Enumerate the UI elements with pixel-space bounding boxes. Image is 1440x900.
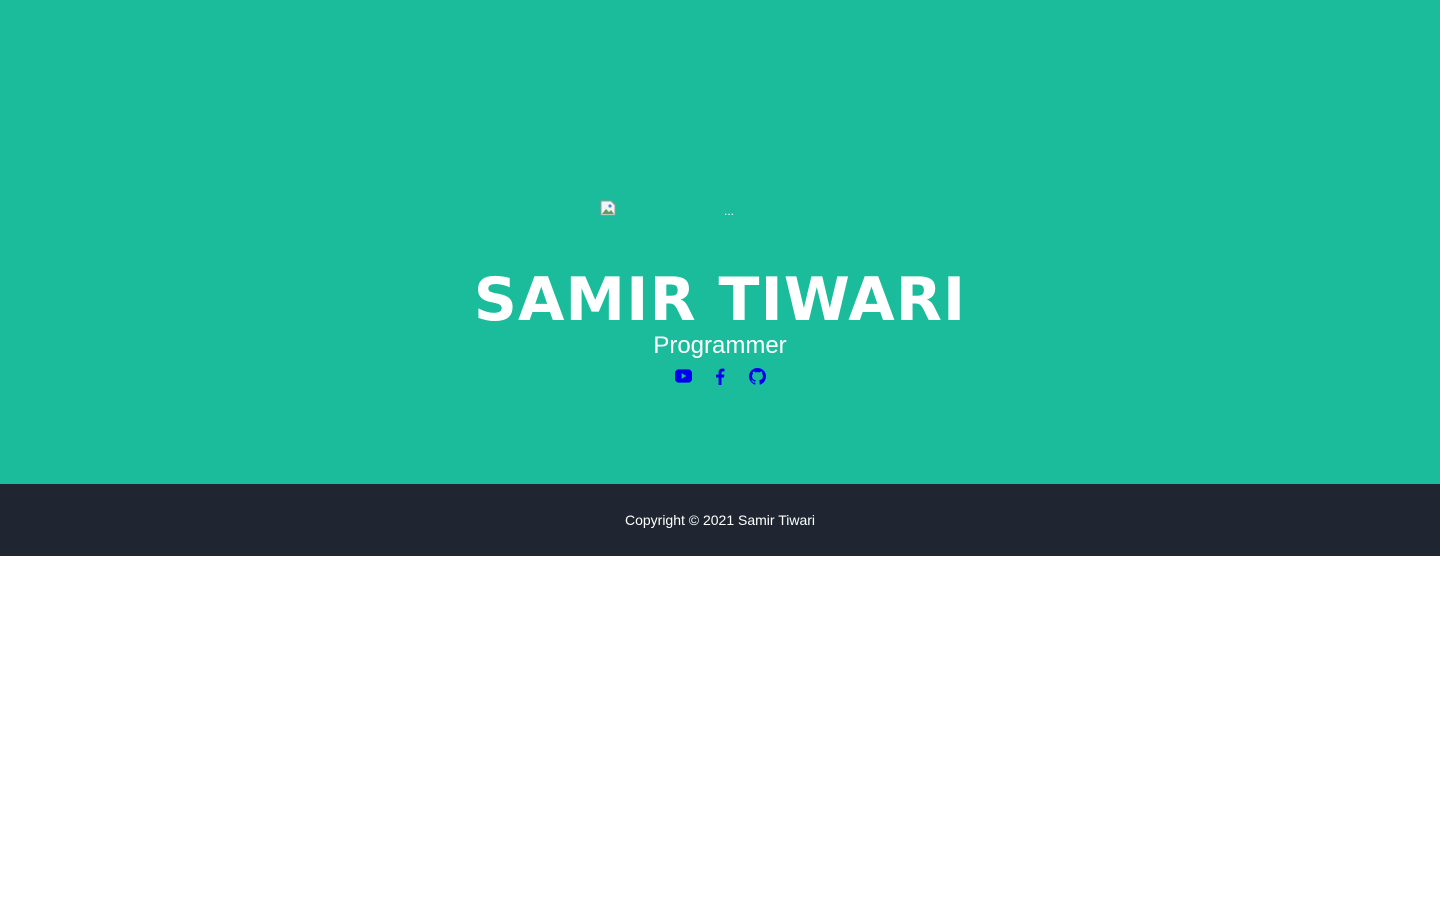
github-link[interactable] — [748, 366, 766, 386]
github-icon — [748, 367, 766, 385]
avatar-alt-text: ... — [724, 204, 735, 218]
youtube-icon — [674, 369, 692, 383]
page-subtitle: Programmer — [653, 332, 787, 359]
page-title: SAMIR TIWARI — [473, 265, 967, 335]
facebook-icon — [716, 368, 725, 385]
copyright-text: Copyright © 2021 Samir Tiwari — [624, 512, 816, 528]
youtube-link[interactable] — [674, 366, 692, 386]
facebook-link[interactable] — [712, 366, 729, 386]
masthead: ... SAMIR TIWARI Programmer — [0, 0, 1440, 484]
footer: Copyright © 2021 Samir Tiwari — [0, 484, 1440, 556]
avatar-image: ... — [600, 200, 840, 220]
social-links — [0, 366, 1440, 386]
broken-image-icon — [600, 200, 616, 216]
